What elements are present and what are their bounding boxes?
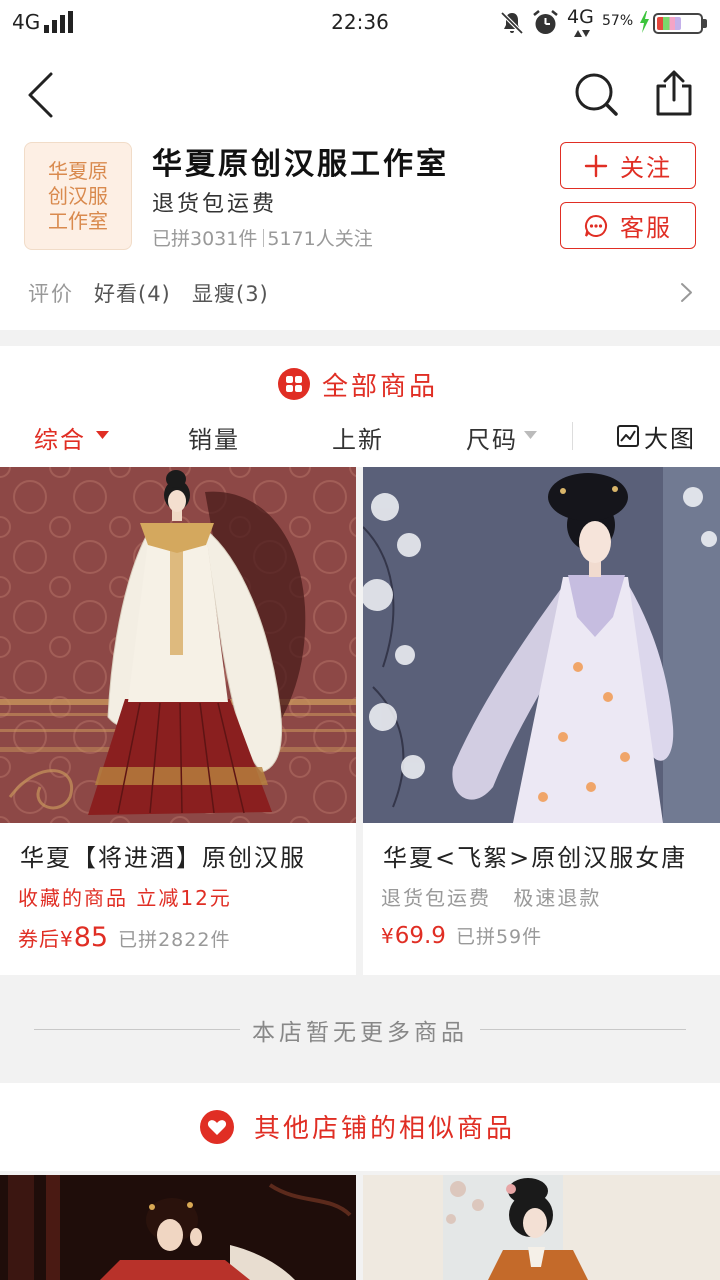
logo-text-line: 工作室: [48, 208, 108, 233]
reviews-label: 评价: [28, 282, 74, 306]
store-header-panel: 4G 22:36 4G 57% 华夏原 创汉服 工作室 华夏原创汉服工作室 退货…: [0, 0, 720, 330]
review-tag[interactable]: 好看(4): [94, 278, 171, 308]
end-notice-line: [34, 1029, 240, 1030]
similar-product-image[interactable]: [363, 1175, 720, 1280]
battery-percent: 57%: [602, 13, 634, 29]
product-tag: 退货包运费: [381, 886, 491, 910]
store-sold-count: 已拼3031件: [152, 228, 258, 250]
store-name: 华夏原创汉服工作室: [152, 147, 449, 182]
stats-divider: [263, 228, 265, 247]
logo-text-line: 华夏原: [48, 158, 108, 183]
signal-icon: [44, 11, 73, 33]
section-title-similar-products: 其他店铺的相似商品: [254, 1114, 516, 1144]
review-tags-row[interactable]: 评价 好看(4) 显瘦(3): [0, 268, 720, 314]
product-card[interactable]: 华夏<飞絮>原创汉服女唐 退货包运费 极速退款 ¥ 69.9 已拼59件: [363, 467, 720, 975]
sold-count: 已拼2822件: [118, 929, 231, 951]
view-toggle-label: 大图: [644, 424, 696, 453]
alarm-icon: [533, 10, 558, 34]
product-promo: 收藏的商品 立减12元: [18, 886, 232, 910]
chevron-left-icon: [28, 72, 53, 118]
data-activity-icon: [574, 30, 590, 37]
product-title: 华夏<飞絮>原创汉服女唐: [383, 844, 688, 872]
share-button[interactable]: [652, 68, 696, 118]
sort-option-newest[interactable]: 上新: [332, 420, 384, 455]
customer-service-button[interactable]: 客服: [560, 202, 696, 249]
back-button[interactable]: [22, 68, 58, 122]
store-logo: 华夏原 创汉服 工作室: [24, 142, 132, 250]
charging-icon: [640, 11, 649, 33]
search-button[interactable]: [572, 70, 620, 118]
service-label: 客服: [620, 214, 672, 242]
bell-off-icon: [500, 11, 524, 35]
store-return-policy: 退货包运费: [152, 192, 278, 217]
price-prefix: 券后¥: [18, 927, 74, 951]
end-notice-line: [480, 1029, 686, 1030]
caret-down-icon: [524, 431, 537, 439]
battery-terminal: [703, 19, 707, 28]
end-of-list-notice: 本店暂无更多商品: [252, 1020, 468, 1046]
product-image[interactable]: [0, 467, 356, 823]
sort-option-sales[interactable]: 销量: [188, 420, 240, 455]
chevron-right-icon: [681, 283, 692, 302]
sold-count: 已拼59件: [455, 926, 543, 948]
picture-icon: [617, 425, 639, 447]
product-price-row: 券后¥ 85 已拼2822件: [18, 922, 230, 953]
follow-button[interactable]: 关注: [560, 142, 696, 189]
product-image[interactable]: [363, 467, 720, 823]
caret-down-icon: [96, 431, 109, 439]
search-icon: [575, 73, 618, 116]
product-title: 华夏【将进酒】原创汉服: [20, 844, 306, 872]
follow-label: 关注: [620, 154, 672, 182]
filter-option-size[interactable]: 尺码: [466, 420, 518, 455]
store-follower-count: 5171人关注: [267, 228, 373, 250]
price-value: 85: [73, 922, 109, 953]
store-stats: 已拼3031件 5171人关注: [152, 224, 373, 251]
large-image-view-toggle[interactable]: 大图: [616, 418, 696, 454]
network-type: 4G: [12, 10, 41, 34]
share-icon: [656, 70, 692, 116]
logo-text-line: 创汉服: [48, 183, 108, 208]
product-price-row: ¥ 69.9 已拼59件: [381, 922, 542, 949]
product-card[interactable]: 华夏【将进酒】原创汉服 收藏的商品 立减12元 券后¥ 85 已拼2822件: [0, 467, 356, 975]
chat-icon: [584, 214, 607, 237]
price-prefix: ¥: [381, 924, 395, 948]
similar-product-image[interactable]: [0, 1175, 356, 1280]
price-value: 69.9: [394, 923, 446, 949]
review-tag[interactable]: 显瘦(3): [192, 278, 269, 308]
sort-divider: [572, 422, 573, 450]
grid-icon: [278, 368, 310, 400]
plus-icon: [584, 154, 608, 177]
sort-option-default[interactable]: 综合: [34, 420, 86, 455]
store-page: 4G 22:36 4G 57% 华夏原 创汉服 工作室 华夏原创汉服工作室 退货…: [0, 0, 720, 1280]
product-tag: 极速退款: [513, 886, 602, 910]
clock: 22:36: [331, 10, 389, 34]
battery-icon: [653, 13, 703, 34]
network-type-secondary: 4G: [567, 6, 594, 28]
section-title-all-products: 全部商品: [322, 372, 439, 402]
heart-icon: [200, 1110, 234, 1144]
product-tags: 退货包运费 极速退款: [381, 882, 615, 911]
battery-level: [657, 17, 681, 30]
